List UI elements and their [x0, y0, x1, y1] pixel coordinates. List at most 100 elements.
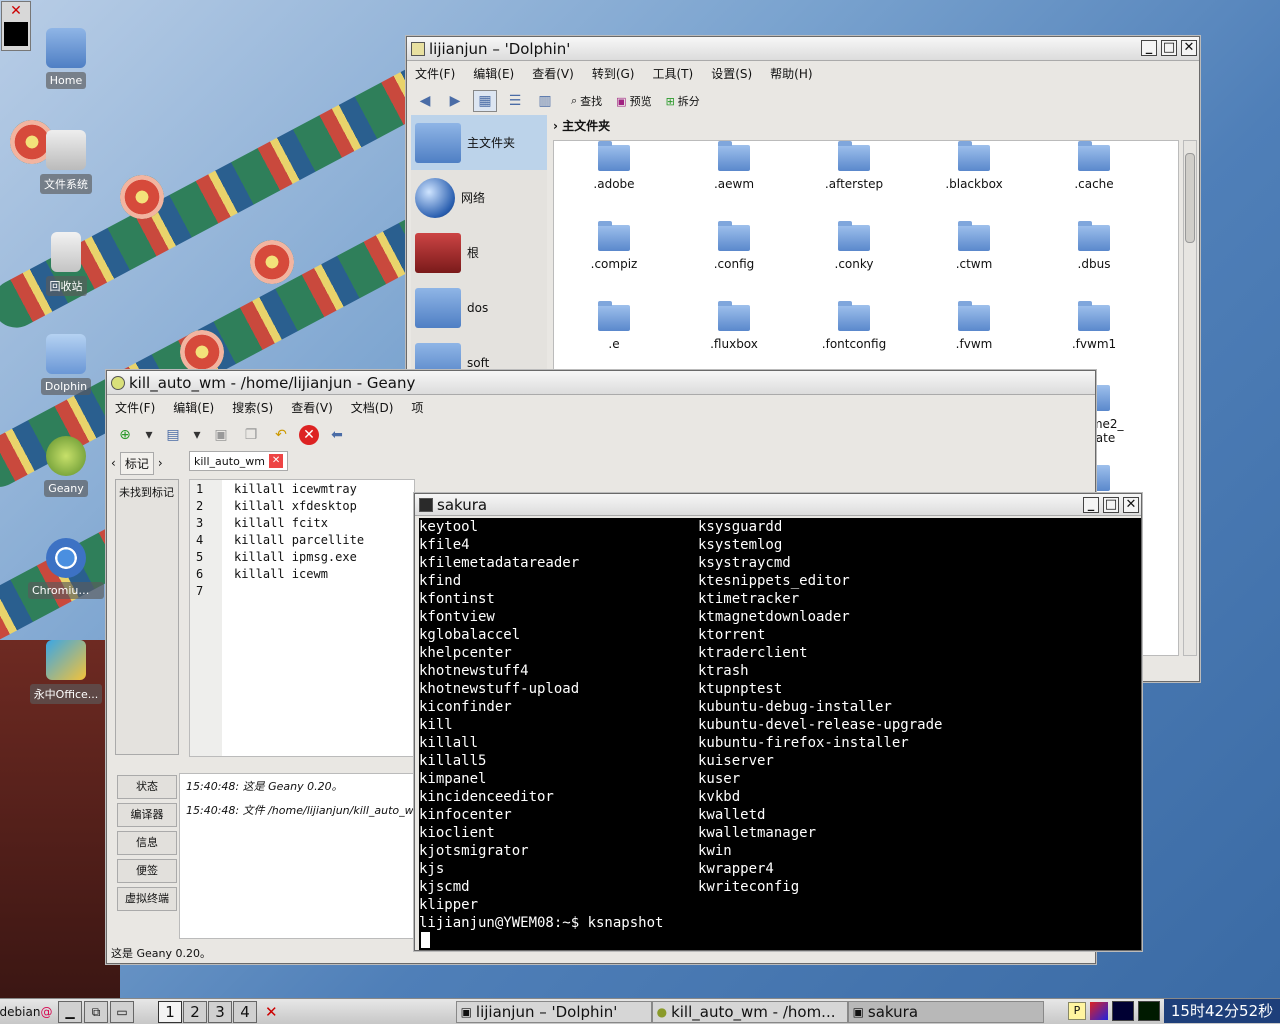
sakura-titlebar[interactable]: sakura _ □ ✕ [415, 494, 1141, 516]
file-item[interactable]: .cache [1034, 141, 1154, 215]
xkill-icon[interactable]: ✕ [265, 1003, 278, 1021]
save-icon[interactable]: ▣ [209, 424, 233, 446]
place-home[interactable]: 主文件夹 [411, 115, 547, 170]
file-item[interactable]: .compiz [554, 221, 674, 295]
code-line[interactable]: killall ipmsg.exe [234, 549, 364, 566]
desktop-icon-home[interactable]: Home [28, 28, 104, 92]
file-item[interactable]: .fontconfig [794, 301, 914, 375]
breadcrumb[interactable]: › 主文件夹 [553, 117, 610, 134]
desktop-icon-dolphin[interactable]: Dolphin [28, 334, 104, 398]
place-root[interactable]: 根 [411, 225, 547, 280]
desktop-3-button[interactable]: 3 [208, 1000, 232, 1023]
preview-button[interactable]: ▣ 预览 [616, 93, 651, 109]
task-dolphin[interactable]: ▣ lijianjun – 'Dolphin' [455, 1000, 652, 1023]
task-sakura[interactable]: ▣ sakura [847, 1000, 1044, 1023]
file-item[interactable]: .blackbox [914, 141, 1034, 215]
menu-edit[interactable]: 编辑(E) [473, 65, 514, 82]
tab-status[interactable]: 状态 [117, 775, 177, 799]
revert-icon[interactable]: ↶ [269, 424, 293, 446]
menu-help[interactable]: 帮助(H) [770, 65, 812, 82]
menu-view[interactable]: 查看(V) [291, 399, 333, 416]
chevron-left-icon[interactable]: ‹ [111, 456, 116, 470]
navigate-back-icon[interactable]: ⬅ [325, 424, 349, 446]
scrollbar-thumb[interactable] [1185, 153, 1195, 243]
close-button[interactable]: ✕ [1123, 497, 1139, 513]
file-view-scrollbar[interactable] [1183, 140, 1197, 656]
memory-monitor-icon[interactable] [1138, 1001, 1160, 1021]
desktop-4-button[interactable]: 4 [233, 1000, 257, 1023]
desktop-icon-geany[interactable]: Geany [28, 436, 104, 500]
menu-view[interactable]: 查看(V) [532, 65, 574, 82]
tab-symbols[interactable]: 标记 [119, 451, 154, 475]
xkill-widget[interactable]: ✕ [1, 1, 31, 51]
menu-project[interactable]: 项 [411, 399, 423, 416]
chevron-down-icon[interactable]: ▾ [143, 424, 155, 446]
network-icon[interactable] [1090, 1002, 1108, 1020]
close-file-icon[interactable]: ✕ [299, 425, 319, 445]
show-desktop-icon[interactable]: ▁ [58, 1000, 82, 1023]
chevron-right-icon[interactable]: › [158, 456, 163, 470]
tab-terminal[interactable]: 虚拟终端 [117, 887, 177, 911]
file-item[interactable]: .adobe [554, 141, 674, 215]
find-button[interactable]: ⌕ 查找 [571, 93, 602, 109]
desktop-icon-filesystem[interactable]: 文件系统 [28, 130, 104, 197]
desktop-icon-chromium[interactable]: Chromium ... [28, 538, 104, 602]
menu-edit[interactable]: 编辑(E) [173, 399, 214, 416]
code-line[interactable]: killall parcellite [234, 532, 364, 549]
close-button[interactable]: ✕ [1181, 40, 1197, 56]
desktop-1-button[interactable]: 1 [158, 1000, 182, 1023]
terminal-launcher-icon[interactable]: ▭ [110, 1000, 134, 1023]
tab-compiler[interactable]: 编译器 [117, 803, 177, 827]
file-item[interactable]: .e [554, 301, 674, 375]
clock[interactable]: 15时42分52秒 [1164, 999, 1280, 1023]
file-item[interactable]: .ctwm [914, 221, 1034, 295]
back-arrow-icon[interactable]: ◀ [413, 90, 437, 112]
breadcrumb-home[interactable]: 主文件夹 [562, 119, 610, 133]
task-geany[interactable]: ● kill_auto_wm - /hom... [651, 1000, 848, 1023]
file-item[interactable]: .config [674, 221, 794, 295]
tab-messages[interactable]: 信息 [117, 831, 177, 855]
code-line[interactable]: killall icewmtray [234, 481, 364, 498]
maximize-button[interactable]: □ [1161, 40, 1177, 56]
menu-settings[interactable]: 设置(S) [711, 65, 752, 82]
editor[interactable]: 1 2 3 4 5 6 7 killall icewmtray killall xfdeskt… [189, 479, 415, 757]
close-tab-icon[interactable]: ✕ [269, 454, 284, 468]
parcellite-icon[interactable]: P [1068, 1002, 1086, 1020]
file-item[interactable]: .conky [794, 221, 914, 295]
window-list-icon[interactable]: ⧉ [84, 1000, 108, 1023]
place-dos[interactable]: dos [411, 280, 547, 335]
code-line[interactable]: killall fcitx [234, 515, 364, 532]
terminal-output[interactable]: keytool kfile4 kfilemetadatareader kfind kfo… [419, 518, 1141, 950]
dolphin-titlebar[interactable]: lijianjun – 'Dolphin' _ □ ✕ [407, 37, 1199, 61]
menu-file[interactable]: 文件(F) [415, 65, 455, 82]
code-line[interactable]: killall icewm [234, 566, 364, 583]
details-view-icon[interactable]: ☰ [503, 90, 527, 112]
menu-document[interactable]: 文档(D) [351, 399, 394, 416]
code-line[interactable]: killall xfdesktop [234, 498, 364, 515]
chevron-down-icon[interactable]: ▾ [191, 424, 203, 446]
icons-view-icon[interactable]: ▦ [473, 90, 497, 112]
save-all-icon[interactable]: ❐ [239, 424, 263, 446]
file-item[interactable]: .afterstep [794, 141, 914, 215]
sakura-window[interactable]: sakura _ □ ✕ keytool kfile4 kfilemetadatar… [414, 493, 1142, 951]
menu-go[interactable]: 转到(G) [592, 65, 635, 82]
file-item[interactable]: .dbus [1034, 221, 1154, 295]
open-file-icon[interactable]: ▤ [161, 424, 185, 446]
start-button[interactable]: debian @ [0, 1000, 52, 1024]
file-item[interactable]: .fvwm1 [1034, 301, 1154, 375]
file-item[interactable]: .fvwm [914, 301, 1034, 375]
file-item[interactable]: .fluxbox [674, 301, 794, 375]
place-network[interactable]: 网络 [411, 170, 547, 225]
desktop-icon-office[interactable]: 永中Office... [28, 640, 104, 707]
desktop-icon-trash[interactable]: 回收站 [28, 232, 104, 299]
code-area[interactable]: killall icewmtray killall xfdesktop killal… [234, 480, 364, 600]
tab-kill-auto-wm[interactable]: kill_auto_wm ✕ [189, 451, 289, 471]
minimize-button[interactable]: _ [1083, 497, 1099, 513]
new-file-icon[interactable]: ⊕ [113, 424, 137, 446]
columns-view-icon[interactable]: ▥ [533, 90, 557, 112]
cpu-monitor-icon[interactable] [1112, 1001, 1134, 1021]
maximize-button[interactable]: □ [1103, 497, 1119, 513]
minimize-button[interactable]: _ [1141, 40, 1157, 56]
geany-titlebar[interactable]: kill_auto_wm - /home/lijianjun - Geany [107, 371, 1095, 395]
tab-scribble[interactable]: 便签 [117, 859, 177, 883]
